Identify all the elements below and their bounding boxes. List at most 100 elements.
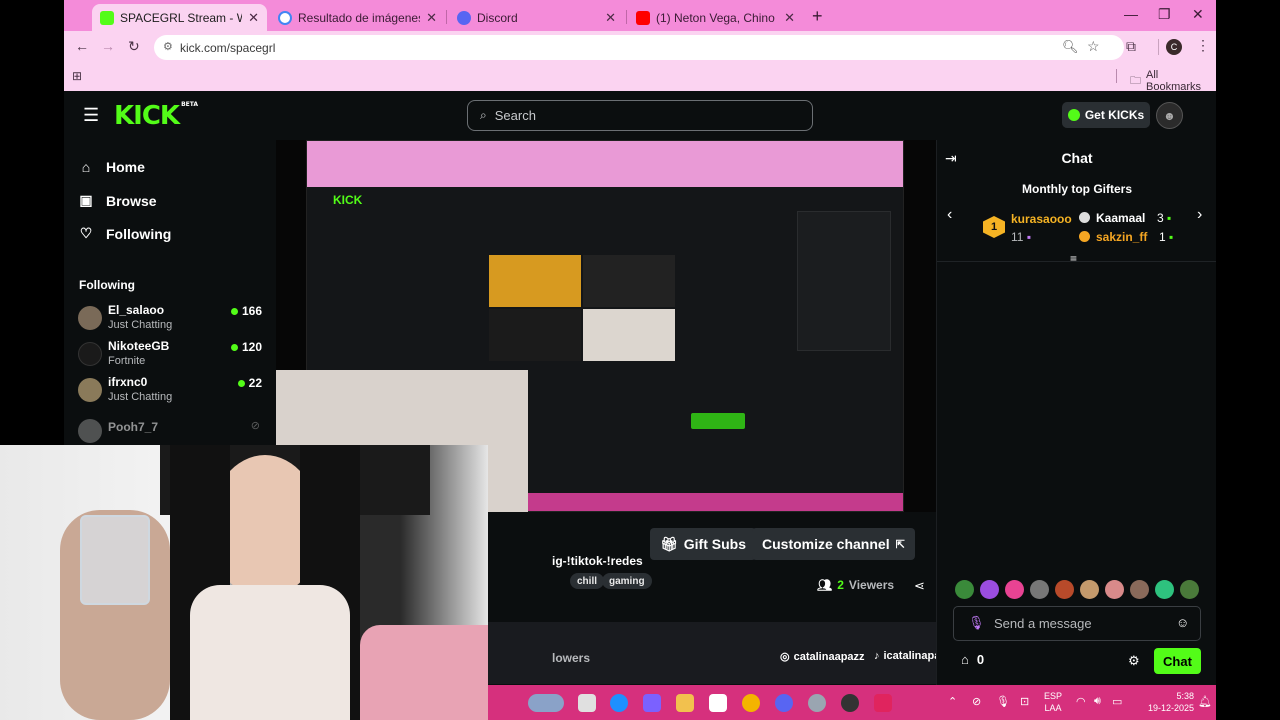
tray-icon[interactable]: ⊘ xyxy=(972,695,981,708)
emote-icon[interactable] xyxy=(1080,580,1099,599)
get-kicks-label: Get KICKs xyxy=(1084,108,1145,122)
gift-subs-button[interactable]: 🎁︎ Gift Subs xyxy=(650,528,757,560)
menu-kebab-icon[interactable]: ⋮ xyxy=(1196,37,1210,54)
webcam-overlay xyxy=(0,445,488,720)
forward-icon[interactable]: → xyxy=(101,38,115,54)
close-tab-icon[interactable]: ✕ xyxy=(605,10,616,26)
tab-title: Resultado de imágenes de Goo xyxy=(298,10,421,25)
emote-icon[interactable] xyxy=(980,580,999,599)
tab-discord[interactable]: Discord ✕ xyxy=(449,4,624,31)
restore-icon[interactable]: ❐ xyxy=(1158,6,1171,23)
edge-icon[interactable] xyxy=(610,694,628,712)
search-placeholder: Search xyxy=(494,108,536,123)
obs-icon[interactable] xyxy=(841,694,859,712)
reload-icon[interactable]: ↻ xyxy=(128,38,140,55)
tag-gaming[interactable]: gaming xyxy=(602,573,652,589)
close-tab-icon[interactable]: ✕ xyxy=(784,10,795,26)
chrome-icon[interactable] xyxy=(742,694,760,712)
gifter-name[interactable]: Kaamaal xyxy=(1096,211,1145,225)
task-view-icon[interactable] xyxy=(578,694,596,712)
gift-subs-label: Gift Subs xyxy=(683,536,747,552)
user-avatar[interactable]: ☻ xyxy=(1156,102,1183,129)
bookmark-star-icon[interactable]: ☆ xyxy=(1087,38,1100,55)
gifter-name[interactable]: sakzin_ff xyxy=(1096,230,1147,244)
all-bookmarks-button[interactable]: 🗀 All Bookmarks xyxy=(1130,69,1216,93)
nav-home-label: Home xyxy=(106,159,145,175)
emote-icon[interactable] xyxy=(1130,580,1149,599)
minimize-icon[interactable]: — xyxy=(1124,6,1138,22)
kick-logo[interactable]: KICK BETA xyxy=(114,101,198,131)
settings-gear-icon[interactable]: ⚙ xyxy=(1128,653,1140,669)
send-chat-button[interactable]: Chat xyxy=(1154,648,1201,674)
emote-icon[interactable] xyxy=(955,580,974,599)
nav-following[interactable]: ♡ Following xyxy=(79,225,172,242)
emote-icon[interactable] xyxy=(1055,580,1074,599)
search-input[interactable]: ⌕ Search xyxy=(467,100,813,131)
channel-category: Fortnite xyxy=(108,355,146,367)
discord-icon[interactable] xyxy=(775,694,793,712)
search-widget-icon[interactable] xyxy=(528,694,564,712)
profile-avatar[interactable]: C xyxy=(1166,39,1182,55)
tag-chill[interactable]: chill xyxy=(570,573,605,589)
app-icon[interactable] xyxy=(874,694,892,712)
settings-icon[interactable] xyxy=(808,694,826,712)
emote-icon[interactable] xyxy=(1155,580,1174,599)
youtube-favicon-icon xyxy=(636,10,650,25)
kicks-coin-icon xyxy=(1067,109,1080,121)
viewer-count: 22 xyxy=(237,376,262,390)
rank-2-badge xyxy=(1079,212,1090,223)
gifter-name[interactable]: kurasaooo xyxy=(1011,212,1072,226)
emote-icon[interactable] xyxy=(1180,580,1199,599)
beta-badge: BETA xyxy=(181,101,199,108)
chevron-up-icon[interactable]: ⌃ xyxy=(948,695,957,708)
following-channel-nikoteegb[interactable]: NikoteeGB Fortnite 120 xyxy=(78,339,262,373)
browser-toolbar: ← → ↻ ⚙ kick.com/spacegrl 🔍︎ ☆ ⧉ C ⋮ xyxy=(64,31,1216,63)
emote-icon[interactable] xyxy=(1030,580,1049,599)
home-icon: ⌂ xyxy=(81,159,91,175)
wifi-icon[interactable]: ◠ xyxy=(1076,695,1086,708)
chevron-right-icon[interactable]: › xyxy=(1197,206,1202,224)
battery-icon[interactable]: ▭ xyxy=(1112,695,1122,708)
apps-grid-icon[interactable]: ⊞ xyxy=(72,69,82,83)
expand-pinned-icon[interactable]: ≡ xyxy=(1070,252,1077,266)
close-tab-icon[interactable]: ✕ xyxy=(248,10,259,26)
viewer-count: 120 xyxy=(230,340,262,354)
tab-spacegrl[interactable]: SPACEGRL Stream - Watch Live ✕ xyxy=(92,4,267,31)
emoji-icon[interactable]: ☺ xyxy=(1176,615,1189,630)
chevron-left-icon[interactable]: ‹ xyxy=(947,206,952,224)
instagram-link[interactable]: ◎ catalinaapazz xyxy=(780,650,865,664)
nav-home[interactable]: ⌂ Home xyxy=(79,159,145,175)
gifter-count: 1 ▪ xyxy=(1159,230,1174,244)
tab-google-images[interactable]: Resultado de imágenes de Goo ✕ xyxy=(270,4,445,31)
close-window-icon[interactable]: ✕ xyxy=(1192,6,1204,23)
microphone-icon[interactable]: 🎙︎ xyxy=(968,615,985,631)
language-indicator[interactable]: ESP LAA xyxy=(1044,690,1062,714)
volume-icon[interactable]: 🔊︎ xyxy=(1094,695,1101,708)
clock[interactable]: 5:38 19-12-2025 xyxy=(1128,690,1194,714)
customize-channel-button[interactable]: Customize channel ⇱ xyxy=(752,528,915,560)
nav-browse[interactable]: ▣ Browse xyxy=(79,192,156,209)
share-icon[interactable]: ⋖ xyxy=(914,578,925,594)
notification-bell-icon[interactable]: 🔔︎ xyxy=(1198,695,1212,708)
back-icon[interactable]: ← xyxy=(75,38,89,54)
get-kicks-button[interactable]: Get KICKs xyxy=(1062,102,1150,128)
emote-icon[interactable] xyxy=(1005,580,1024,599)
zoom-icon[interactable]: 🔍︎ xyxy=(1062,39,1079,55)
following-channel-ifrxnc0[interactable]: ifrxnc0 Just Chatting 22 xyxy=(78,375,262,409)
chat-message-input[interactable]: 🎙︎ Send a message ☺ xyxy=(953,606,1201,641)
channel-points[interactable]: ⌂ 0 xyxy=(961,652,984,667)
tab-youtube[interactable]: (1) Neton Vega, Chino Pacas - C ✕ xyxy=(628,4,803,31)
tray-icon[interactable]: ⊡ xyxy=(1020,695,1029,708)
address-bar[interactable]: ⚙ kick.com/spacegrl 🔍︎ ☆ xyxy=(154,35,1124,60)
copilot-icon[interactable] xyxy=(643,694,661,712)
site-info-icon[interactable]: ⚙ xyxy=(163,40,173,53)
following-channel-el-salaoo[interactable]: El_salaoo Just Chatting 166 xyxy=(78,303,262,337)
file-explorer-icon[interactable] xyxy=(676,694,694,712)
emote-icon[interactable] xyxy=(1105,580,1124,599)
close-tab-icon[interactable]: ✕ xyxy=(426,10,437,26)
mic-tray-icon[interactable]: 🎙︎ xyxy=(996,695,1010,708)
store-icon[interactable] xyxy=(709,694,727,712)
new-tab-button[interactable]: + xyxy=(812,6,823,27)
hamburger-menu-icon[interactable]: ☰ xyxy=(83,105,99,126)
extensions-icon[interactable]: ⧉ xyxy=(1126,38,1136,55)
